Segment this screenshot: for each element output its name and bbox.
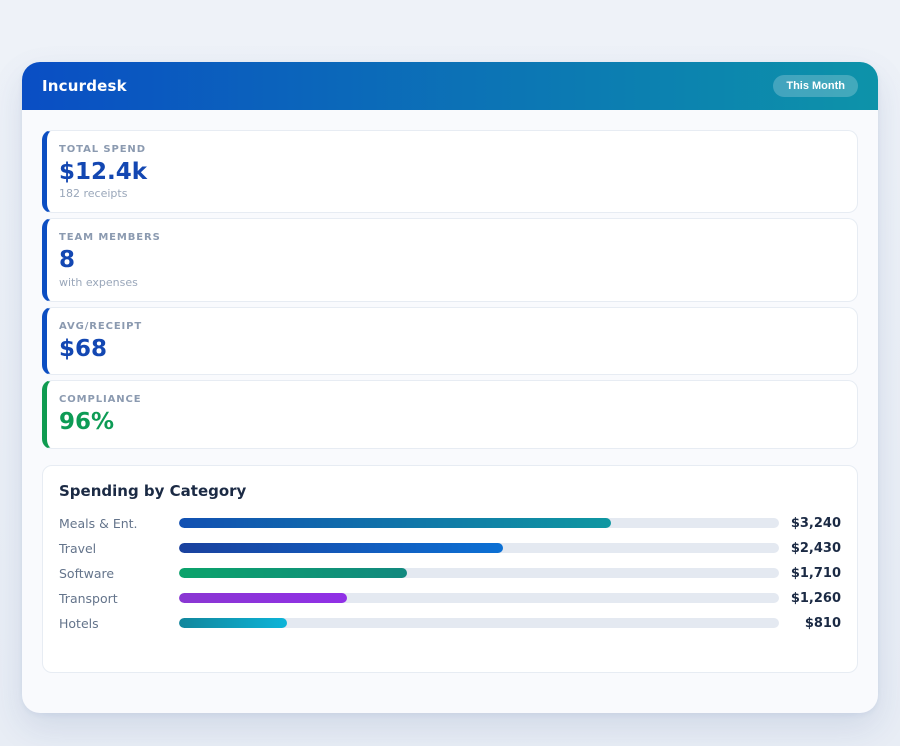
bar-fill [179, 568, 407, 578]
stat-value: 96% [59, 409, 841, 435]
bar-track [179, 618, 779, 628]
bar-track [179, 543, 779, 553]
stat-value: $12.4k [59, 159, 841, 185]
chart-rows: Meals & Ent. $3,240 Travel $2,430 Software $1… [59, 511, 841, 636]
bar-fill [179, 518, 611, 528]
bar-track [179, 518, 779, 528]
period-badge[interactable]: This Month [773, 75, 858, 97]
stat-subtitle: with expenses [59, 276, 841, 289]
stat-card-total-spend: TOTAL SPEND $12.4k 182 receipts [42, 130, 858, 213]
chart-title: Spending by Category [59, 482, 841, 500]
stat-label: TEAM MEMBERS [59, 232, 841, 243]
chart-row-travel: Travel $2,430 [59, 536, 841, 561]
category-value: $1,710 [779, 566, 841, 581]
category-label: Hotels [59, 616, 179, 631]
stat-label: TOTAL SPEND [59, 144, 841, 155]
category-label: Travel [59, 541, 179, 556]
bar-track [179, 568, 779, 578]
category-value: $3,240 [779, 516, 841, 531]
stat-label: COMPLIANCE [59, 394, 841, 405]
category-label: Meals & Ent. [59, 516, 179, 531]
bar-track [179, 593, 779, 603]
category-value: $2,430 [779, 541, 841, 556]
stat-value: $68 [59, 336, 841, 362]
bar-fill [179, 593, 347, 603]
stat-card-avg-receipt: AVG/RECEIPT $68 [42, 307, 858, 375]
bar-fill [179, 618, 287, 628]
app-header: Incurdesk This Month [22, 62, 878, 110]
stat-card-compliance: COMPLIANCE 96% [42, 380, 858, 448]
chart-row-software: Software $1,710 [59, 561, 841, 586]
stat-subtitle: 182 receipts [59, 187, 841, 200]
stat-card-team-members: TEAM MEMBERS 8 with expenses [42, 218, 858, 301]
category-label: Software [59, 566, 179, 581]
stats-section: TOTAL SPEND $12.4k 182 receipts TEAM MEMBER… [42, 130, 858, 449]
spending-chart-card: Spending by Category Meals & Ent. $3,240 T… [42, 465, 858, 673]
stat-label: AVG/RECEIPT [59, 321, 841, 332]
app-title: Incurdesk [42, 77, 127, 95]
chart-row-transport: Transport $1,260 [59, 586, 841, 611]
dashboard-panel: Incurdesk This Month TOTAL SPEND $12.4k 18… [22, 62, 878, 713]
category-value: $1,260 [779, 591, 841, 606]
dashboard-content: TOTAL SPEND $12.4k 182 receipts TEAM MEMBER… [22, 110, 878, 703]
stat-value: 8 [59, 247, 841, 273]
chart-row-meals-ent-: Meals & Ent. $3,240 [59, 511, 841, 536]
category-value: $810 [779, 616, 841, 631]
chart-row-hotels: Hotels $810 [59, 611, 841, 636]
category-label: Transport [59, 591, 179, 606]
bar-fill [179, 543, 503, 553]
